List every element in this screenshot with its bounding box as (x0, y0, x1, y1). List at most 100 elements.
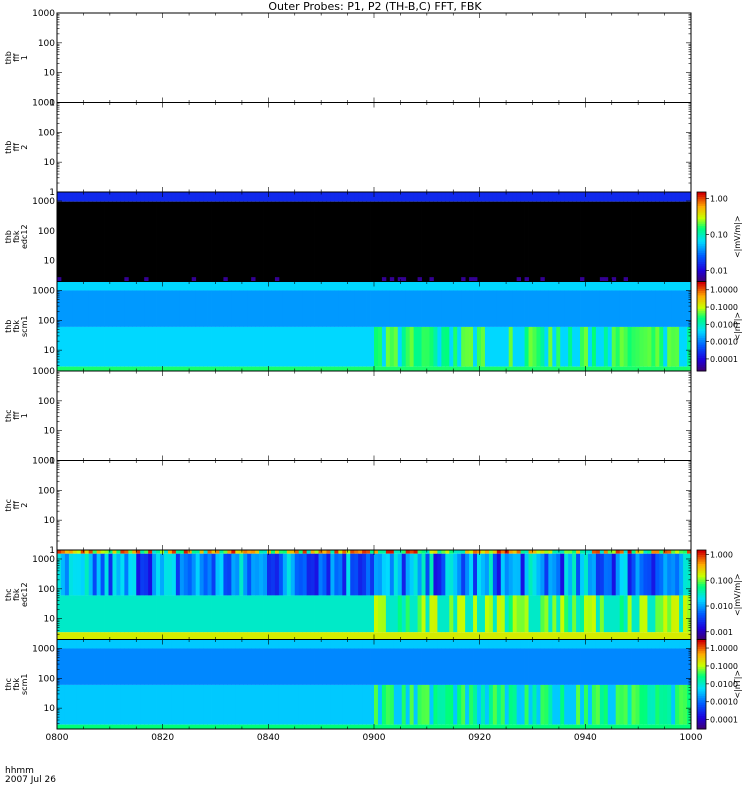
heatmap-cell (223, 366, 228, 371)
heatmap-cell (560, 632, 565, 640)
heatmap-cell (199, 550, 205, 554)
heatmap-cell (163, 550, 169, 554)
heatmap-cell (627, 290, 632, 327)
heatmap-cell (587, 550, 593, 554)
heatmap-cell (445, 724, 450, 729)
heatmap-cell (580, 632, 585, 640)
heatmap-cell (413, 648, 418, 685)
heatmap-cell (148, 326, 153, 367)
heatmap-cell (160, 201, 165, 282)
heatmap-cell (175, 366, 181, 371)
heatmap-cell (302, 192, 308, 202)
heatmap-cell (290, 553, 296, 596)
heatmap-cell (623, 290, 628, 327)
heatmap-cell (88, 290, 94, 327)
heatmap-cell (437, 281, 442, 291)
heatmap-cell (267, 648, 272, 685)
heatmap-cell (607, 553, 613, 596)
colorbar-label: <|mV/m|> (733, 573, 742, 616)
y-tick-label: 10 (44, 704, 56, 714)
heatmap-cell (409, 201, 415, 282)
heatmap-cell (124, 724, 129, 729)
heatmap-cell (60, 632, 66, 640)
heatmap-cell (635, 192, 640, 202)
heatmap-cell (576, 724, 581, 729)
heatmap-cell (350, 326, 355, 367)
heatmap-cell (611, 724, 617, 729)
heatmap-cell (429, 648, 434, 685)
heatmap-cell (647, 639, 652, 649)
heatmap-cell (651, 595, 656, 633)
y-tick-label: 10 (44, 516, 56, 526)
heatmap-cell (104, 648, 109, 685)
heatmap-cell (334, 550, 339, 554)
heatmap-cell (524, 553, 529, 596)
heatmap-cell (619, 290, 625, 327)
heatmap-cell (667, 326, 672, 367)
heatmap-cell (120, 648, 125, 685)
heatmap-cell (251, 648, 256, 685)
heatmap-cell (322, 326, 327, 367)
heatmap-cell (580, 281, 585, 291)
heatmap-cell (207, 550, 212, 554)
heatmap-cell (488, 290, 494, 327)
heatmap-cell (148, 281, 153, 291)
heatmap-cell (635, 326, 640, 367)
heatmap-cell (144, 639, 149, 649)
heatmap-cell (374, 290, 379, 327)
heatmap-cell (156, 326, 161, 367)
heatmap-cell (615, 639, 621, 649)
heatmap-cell (540, 192, 545, 202)
heatmap-cell (326, 366, 331, 371)
heatmap-cell (524, 595, 529, 633)
heatmap-cell (160, 648, 165, 685)
heatmap-cell (413, 553, 418, 596)
heatmap-cell (552, 290, 557, 327)
heatmap-cell (603, 290, 609, 327)
heatmap-cell (667, 553, 672, 596)
heatmap-cell (132, 648, 137, 685)
heatmap-cell (484, 281, 490, 291)
heatmap-cell (409, 648, 415, 685)
heatmap-cell (619, 632, 625, 640)
heatmap-cell (417, 290, 422, 327)
heatmap-cell (480, 366, 486, 371)
heatmap-cell (417, 366, 422, 371)
heatmap-cell (393, 632, 399, 640)
heatmap-cell (496, 366, 502, 371)
heatmap-cell (465, 684, 470, 725)
heatmap-cell (635, 648, 640, 685)
heatmap-cell (235, 553, 240, 596)
heatmap-cell (354, 550, 359, 554)
heatmap-cell (683, 326, 688, 367)
heatmap-cell (171, 595, 177, 633)
heatmap-cell (663, 281, 668, 291)
heatmap-cell (659, 632, 664, 640)
heatmap-cell (675, 281, 680, 291)
heatmap-cell (425, 290, 430, 327)
heatmap-cell (270, 290, 276, 327)
heatmap-cell (64, 639, 70, 649)
heatmap-cell (326, 595, 331, 633)
heatmap-cell (536, 192, 541, 202)
heatmap-cell (354, 281, 359, 291)
heatmap-cell (100, 639, 105, 649)
heatmap-cell (421, 639, 426, 649)
heatmap-cell (251, 639, 256, 649)
heatmap-cell (568, 553, 573, 596)
heatmap-cell (243, 632, 248, 640)
heatmap-cell (57, 366, 62, 371)
heatmap-cell (548, 684, 553, 725)
heatmap-cell (627, 201, 632, 282)
heatmap-cell (445, 326, 450, 367)
heatmap-cell (338, 326, 343, 367)
heatmap-cell (124, 595, 129, 633)
heatmap-cell (251, 366, 256, 371)
heatmap-cell (179, 281, 185, 291)
heatmap-cell (298, 595, 304, 633)
heatmap-cell (587, 553, 593, 596)
heatmap-cell (409, 550, 415, 554)
heatmap-cell (437, 550, 442, 554)
heatmap-cell (655, 366, 660, 371)
heatmap-cell (484, 639, 490, 649)
